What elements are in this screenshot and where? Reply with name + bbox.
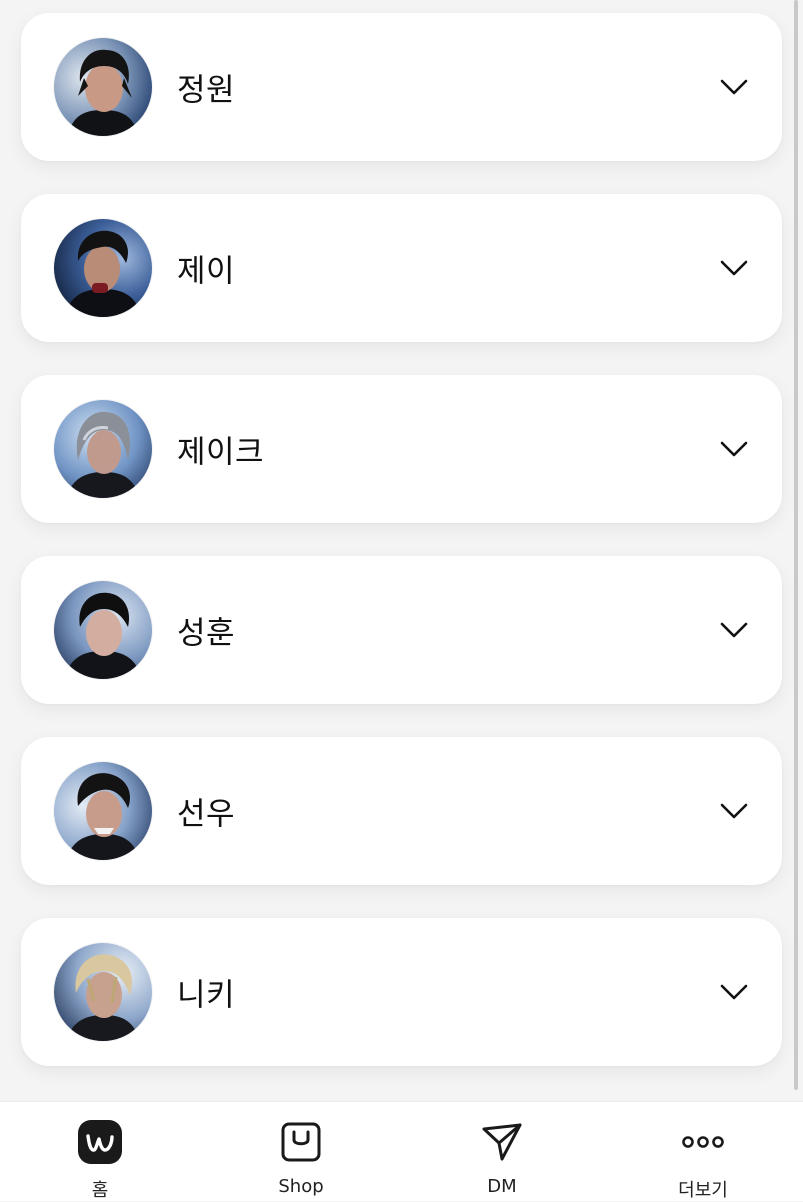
tab-more-label: 더보기 (678, 1180, 728, 1201)
scrollbar[interactable] (794, 0, 798, 1090)
member-name: 정원 (177, 72, 236, 109)
home-logo-icon (78, 1120, 122, 1164)
tab-more[interactable]: 더보기 (643, 1102, 763, 1201)
member-avatar (54, 219, 152, 317)
member-avatar (54, 943, 152, 1041)
tab-dm-label: DM (487, 1176, 517, 1197)
tab-shop-label: Shop (278, 1176, 324, 1197)
more-dots-icon (682, 1136, 724, 1148)
member-card-niki[interactable]: 니키 (21, 918, 782, 1066)
member-name: 선우 (177, 796, 236, 833)
chevron-down-icon[interactable] (720, 78, 748, 96)
chevron-down-icon[interactable] (720, 259, 748, 277)
chevron-down-icon[interactable] (720, 802, 748, 820)
member-name: 성훈 (177, 615, 236, 652)
member-card-jay[interactable]: 제이 (21, 194, 782, 342)
member-avatar (54, 400, 152, 498)
member-avatar (54, 581, 152, 679)
bottom-tab-bar: 홈 Shop DM 더보기 (0, 1101, 803, 1201)
chevron-down-icon[interactable] (720, 440, 748, 458)
member-name: 제이크 (177, 434, 265, 471)
member-list: 정원 제이 제이크 성훈 선우 니키 (0, 0, 803, 1100)
member-name: 제이 (177, 253, 236, 290)
member-card-sunghoon[interactable]: 성훈 (21, 556, 782, 704)
tab-home-label: 홈 (91, 1180, 109, 1201)
shopping-bag-icon (281, 1122, 321, 1162)
tab-home[interactable]: 홈 (40, 1102, 160, 1201)
tab-dm[interactable]: DM (442, 1102, 562, 1201)
member-card-sunoo[interactable]: 선우 (21, 737, 782, 885)
chevron-down-icon[interactable] (720, 621, 748, 639)
member-card-jungwon[interactable]: 정원 (21, 13, 782, 161)
tab-shop[interactable]: Shop (241, 1102, 361, 1201)
member-card-jake[interactable]: 제이크 (21, 375, 782, 523)
chevron-down-icon[interactable] (720, 983, 748, 1001)
member-name: 니키 (177, 977, 236, 1014)
member-avatar (54, 762, 152, 860)
member-avatar (54, 38, 152, 136)
send-arrow-icon (482, 1123, 522, 1161)
